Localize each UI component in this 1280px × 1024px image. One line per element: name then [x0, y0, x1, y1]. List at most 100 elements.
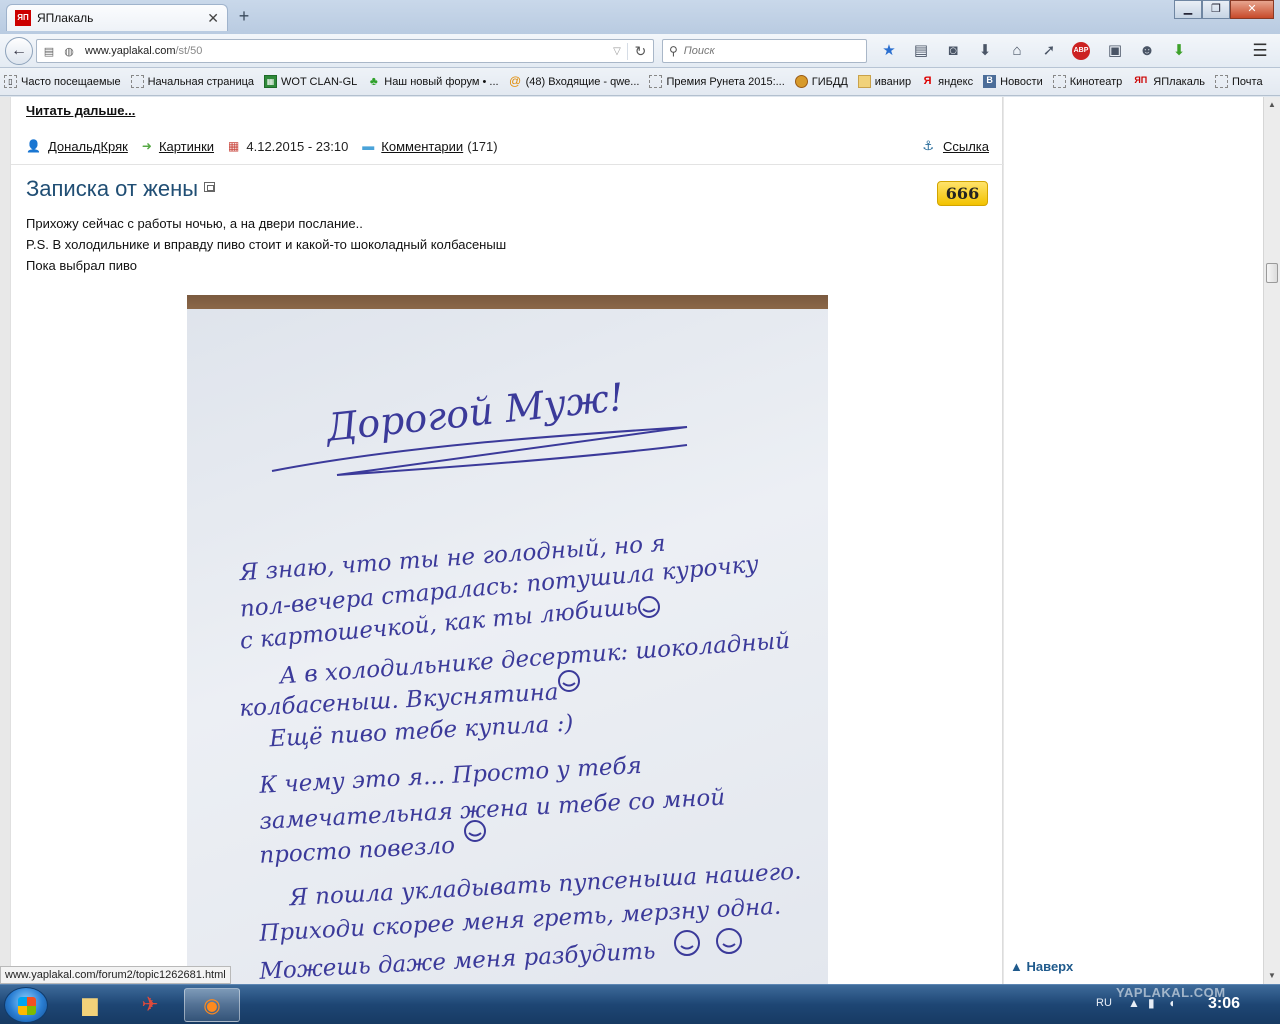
adblock-icon[interactable]: ABP: [1072, 42, 1090, 60]
toolbar-icons: ★ ▤ ◙ ⬇ ⌂ ➚ ABP ▣ ☻ ⬇: [876, 40, 1198, 62]
bookmark-star-icon[interactable]: ★: [876, 40, 902, 62]
bookmark-label: Новости: [1000, 75, 1043, 88]
clock[interactable]: 3:06: [1208, 995, 1240, 1013]
bookmark-item[interactable]: Яяндекс: [921, 75, 973, 88]
scroll-down-icon[interactable]: ▼: [1264, 968, 1280, 984]
comments-meta: ▬ Комментарии (171): [362, 139, 497, 154]
author-link[interactable]: ДональдКряк: [48, 139, 128, 154]
post-line: P.S. В холодильнике и вправду пиво стоит…: [26, 237, 507, 252]
bookmark-label: Почта: [1232, 75, 1263, 88]
page-icon: [649, 75, 663, 88]
app-taskbar-button[interactable]: ✈: [122, 988, 178, 1022]
send-icon[interactable]: ➚: [1036, 40, 1062, 62]
bookmark-label: (48) Входящие - qwe...: [525, 75, 640, 88]
bookmark-item[interactable]: Кинотеатр: [1052, 75, 1123, 88]
menu-icon[interactable]: ☰: [1248, 40, 1272, 62]
bookmark-item[interactable]: @ (48) Входящие - qwe...: [509, 75, 640, 88]
bookmark-item[interactable]: иванир: [857, 75, 911, 88]
home-icon[interactable]: ⌂: [1004, 40, 1030, 62]
tray-expand-icon[interactable]: ▲: [1128, 996, 1140, 1010]
comment-icon: ▬: [362, 139, 375, 153]
reload-icon[interactable]: ↻: [627, 42, 653, 60]
bookmark-item[interactable]: ▯ Часто посещаемые: [4, 75, 121, 88]
bookmarks-list-icon[interactable]: ▤: [908, 40, 934, 62]
category-link[interactable]: Картинки: [159, 139, 214, 154]
download-helper-icon[interactable]: ⬇: [1166, 40, 1192, 62]
folder-icon: ▆: [82, 994, 98, 1016]
pocket-icon[interactable]: ◙: [940, 40, 966, 62]
calendar-icon: ▦: [228, 139, 240, 153]
anchor-icon: ⚓: [922, 138, 934, 153]
restore-button[interactable]: ❐: [1202, 0, 1230, 19]
bookmark-item[interactable]: Премия Рунета 2015:...: [649, 75, 785, 88]
search-icon: ⚲: [669, 44, 678, 58]
bookmark-item[interactable]: ▦ WOT CLAN-GL: [264, 75, 357, 88]
download-icon[interactable]: ⬇: [972, 40, 998, 62]
network-icon[interactable]: ▮: [1148, 996, 1155, 1010]
url-text[interactable]: www.yaplakal.com/st/50: [85, 45, 607, 57]
read-more-link[interactable]: Читать дальше...: [26, 103, 135, 118]
rating-badge: 666: [937, 181, 988, 206]
page-list-icon[interactable]: ▤: [41, 45, 57, 58]
clover-icon: ♣: [369, 74, 378, 88]
bookmark-item[interactable]: ГИБДД: [794, 75, 848, 88]
rocket-icon: ✈: [141, 994, 159, 1016]
globe-icon[interactable]: ◍: [61, 45, 77, 58]
explorer-taskbar-button[interactable]: ▆: [62, 988, 118, 1022]
close-tab-icon[interactable]: ✕: [207, 10, 219, 27]
page-icon: [130, 75, 144, 88]
bookmark-item[interactable]: ЯП ЯПлакаль: [1132, 75, 1205, 88]
bookmark-item[interactable]: ♣ Наш новый форум • ...: [367, 74, 499, 88]
bookmark-label: WOT CLAN-GL: [281, 75, 358, 88]
up-arrow-icon: ▲: [1010, 959, 1023, 974]
back-to-top-link[interactable]: ▲ Наверх: [1010, 959, 1073, 974]
arrow-right-icon: ➜: [141, 139, 152, 153]
gibdd-icon: [794, 75, 808, 88]
vertical-scrollbar[interactable]: ▲ ▼: [1263, 97, 1280, 984]
back-button[interactable]: ←: [5, 37, 33, 65]
search-input[interactable]: [683, 45, 854, 57]
start-button[interactable]: [4, 987, 48, 1023]
comments-link[interactable]: Комментарии: [381, 139, 463, 154]
post-title[interactable]: Записка от жены: [26, 176, 216, 202]
close-window-button[interactable]: ✕: [1230, 0, 1274, 19]
firefox-taskbar-button[interactable]: ◉: [184, 988, 240, 1022]
post-photo[interactable]: Дорогой Муж! Я знаю, что ты не голодный,…: [187, 295, 828, 984]
author-meta: 👤 ДональдКряк: [26, 139, 128, 154]
bookmark-item[interactable]: Почта: [1215, 75, 1263, 88]
folder-icon: [857, 75, 871, 88]
smiley-icon: [674, 930, 700, 956]
windows-logo-icon: [18, 997, 36, 1015]
page-icon: [1052, 75, 1066, 88]
new-tab-button[interactable]: +: [234, 6, 254, 26]
history-dropdown-icon[interactable]: ▽: [607, 46, 627, 57]
bookmark-label: Кинотеатр: [1069, 75, 1123, 88]
address-bar[interactable]: ▤ ◍ www.yaplakal.com/st/50 ▽ ↻: [36, 39, 654, 63]
minimize-button[interactable]: ▁: [1174, 0, 1202, 19]
previous-post-meta: 👤 ДональдКряк ➜ Картинки ▦ 4.12.2015 - 2…: [26, 137, 989, 155]
volume-icon[interactable]: ◖: [1168, 996, 1175, 1010]
scroll-up-icon[interactable]: ▲: [1264, 97, 1280, 113]
status-link-preview: www.yaplakal.com/forum2/topic1262681.htm…: [0, 966, 231, 984]
scroll-thumb[interactable]: [1266, 263, 1278, 283]
date-meta: ▦ 4.12.2015 - 23:10: [228, 139, 348, 154]
book-icon: ▯: [4, 75, 17, 88]
post-line: Пока выбрал пиво: [26, 258, 138, 273]
bookmark-item[interactable]: B Новости: [983, 75, 1043, 88]
bookmark-label: Премия Рунета 2015:...: [666, 75, 785, 88]
permalink-link[interactable]: Ссылка: [943, 139, 989, 154]
chat-icon[interactable]: ☻: [1134, 40, 1160, 62]
yap-icon: ЯП: [1134, 75, 1148, 85]
post-date: 4.12.2015 - 23:10: [246, 138, 349, 154]
search-box[interactable]: ⚲: [662, 39, 867, 63]
tab-yaplakal[interactable]: ЯП ЯПлакаль ✕: [6, 4, 228, 31]
mail-icon: @: [508, 74, 522, 88]
back-to-top-label: Наверх: [1026, 959, 1074, 974]
post-title-text[interactable]: Записка от жены: [26, 176, 198, 201]
right-sidebar: ▲ Наверх: [1004, 97, 1263, 984]
open-new-window-icon[interactable]: [204, 182, 216, 192]
url-host: www.yaplakal.com: [85, 45, 176, 57]
kaspersky-icon[interactable]: ▣: [1102, 40, 1128, 62]
bookmark-item[interactable]: Начальная страница: [130, 75, 254, 88]
language-indicator[interactable]: RU: [1096, 997, 1112, 1009]
